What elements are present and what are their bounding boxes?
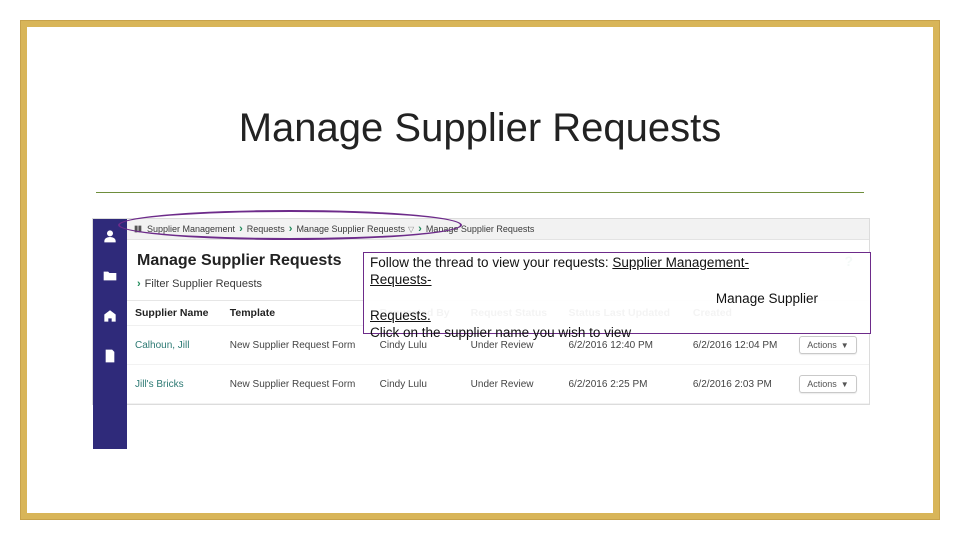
cell-requested-by: Cindy Lulu <box>372 365 463 404</box>
actions-label: Actions <box>807 340 837 350</box>
callout-link-3: Requests. <box>370 308 431 323</box>
callout-text-1: Follow the thread to view your requests: <box>370 255 612 270</box>
cell-status: Under Review <box>463 365 561 404</box>
callout-text-ms: Manage Supplier <box>716 291 818 306</box>
caret-down-icon: ▼ <box>841 341 849 350</box>
breadcrumb-item-current: Manage Supplier Requests <box>426 224 535 234</box>
chevron-down-icon[interactable]: ▽ <box>408 225 414 234</box>
actions-label: Actions <box>807 379 837 389</box>
chevron-right-icon: › <box>239 223 243 235</box>
breadcrumb-item-supplier-management[interactable]: Supplier Management <box>147 224 235 234</box>
nav-paper-icon[interactable] <box>99 345 121 367</box>
actions-button[interactable]: Actions ▼ <box>799 375 856 393</box>
nav-person-icon[interactable] <box>99 225 121 247</box>
callout-text-4: Click on the supplier name you wish to v… <box>370 325 631 340</box>
callout-link-1: Supplier Management- <box>612 255 749 270</box>
chevron-right-icon: › <box>418 223 422 235</box>
nav-folder-icon[interactable] <box>99 265 121 287</box>
callout-link-2: Requests- <box>370 272 432 287</box>
breadcrumb-home-icon[interactable] <box>133 224 143 234</box>
supplier-link[interactable]: Calhoun, Jill <box>127 326 222 365</box>
slide-title: Manage Supplier Requests <box>0 106 960 151</box>
supplier-link[interactable]: Jill's Bricks <box>127 365 222 404</box>
col-template[interactable]: Template <box>222 301 372 326</box>
instruction-callout: Follow the thread to view your requests:… <box>363 252 871 334</box>
breadcrumb: Supplier Management › Requests › Manage … <box>127 219 869 240</box>
left-nav <box>93 219 127 449</box>
breadcrumb-item-manage-supplier-requests[interactable]: Manage Supplier Requests <box>296 224 405 234</box>
breadcrumb-item-requests[interactable]: Requests <box>247 224 285 234</box>
nav-building-icon[interactable] <box>99 305 121 327</box>
caret-down-icon: ▼ <box>841 380 849 389</box>
chevron-right-icon: › <box>289 223 293 235</box>
cell-template: New Supplier Request Form <box>222 365 372 404</box>
filter-label: Filter Supplier Requests <box>145 278 262 290</box>
table-row: Jill's Bricks New Supplier Request Form … <box>127 365 869 404</box>
cell-status-updated: 6/2/2016 2:25 PM <box>561 365 685 404</box>
chevron-right-icon: › <box>137 278 141 290</box>
page-heading: Manage Supplier Requests <box>137 252 342 270</box>
cell-created: 6/2/2016 2:03 PM <box>685 365 791 404</box>
cell-template: New Supplier Request Form <box>222 326 372 365</box>
title-divider <box>96 192 864 193</box>
col-supplier-name[interactable]: Supplier Name <box>127 301 222 326</box>
